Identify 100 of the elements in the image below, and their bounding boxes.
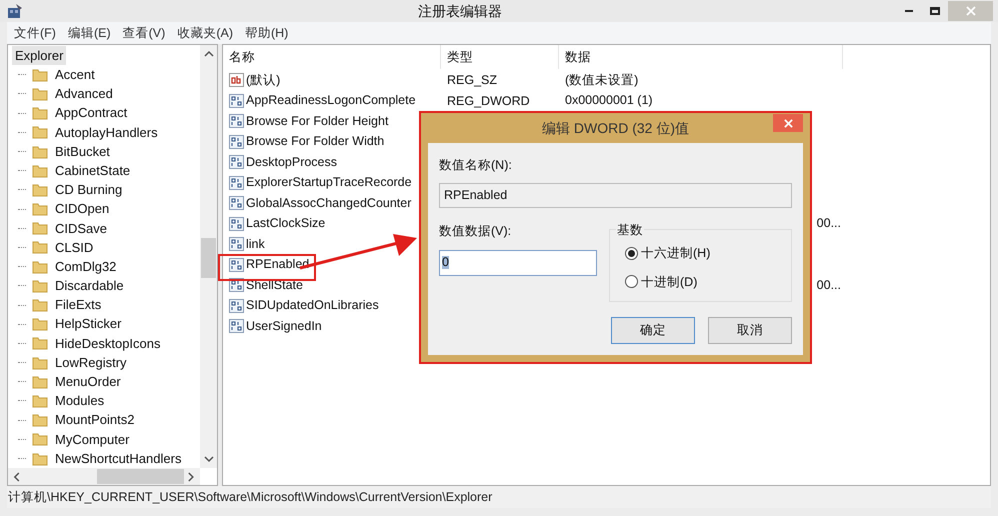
folder-icon: [32, 432, 48, 446]
menu-item[interactable]: 文件(F): [14, 24, 56, 42]
column-header[interactable]: 数据: [565, 48, 591, 66]
value-data: 00...: [816, 276, 841, 294]
menu-item[interactable]: 帮助(H): [244, 24, 288, 42]
folder-icon: [32, 413, 48, 428]
tree-item[interactable]: Discardable: [54, 276, 125, 296]
tree-item[interactable]: FileExts: [54, 295, 102, 315]
value-name[interactable]: ShellState: [246, 276, 303, 295]
value-type: REG_SZ: [447, 73, 498, 88]
value-data: 00...: [816, 215, 841, 232]
value-name[interactable]: GlobalAssocChangedCounter: [246, 194, 412, 213]
binary-value-icon: [229, 319, 244, 334]
tree-item[interactable]: MenuOrder: [54, 372, 122, 392]
dialog-close-button[interactable]: [773, 114, 803, 132]
folder-icon: [32, 144, 48, 159]
tree-item[interactable]: CabinetState: [54, 160, 132, 180]
binary-value-icon: [229, 298, 244, 313]
binary-value-icon: [229, 216, 244, 231]
tree-item[interactable]: Advanced: [54, 84, 114, 104]
value-data-field[interactable]: 0: [439, 250, 597, 276]
tree-item[interactable]: HideDesktopIcons: [54, 334, 162, 354]
value-name-field[interactable]: RPEnabled: [439, 182, 792, 208]
folder-icon: [32, 182, 48, 197]
value-name[interactable]: AppReadinessLogonComplete: [246, 91, 416, 110]
field-label: 数值数据(V):: [439, 222, 512, 240]
value-name[interactable]: Browse For Folder Height: [246, 112, 388, 131]
close-icon: [784, 118, 792, 128]
binary-value-icon: [229, 94, 244, 108]
close-icon: [966, 6, 976, 16]
menu-item[interactable]: 编辑(E): [68, 24, 111, 42]
tree-item[interactable]: ComDlg32: [54, 256, 118, 276]
horizontal-scrollbar[interactable]: [8, 468, 200, 485]
folder-icon: [32, 298, 48, 312]
tree-item[interactable]: HelpSticker: [54, 314, 122, 334]
tree-item[interactable]: AutoplayHandlers: [54, 122, 159, 142]
tree-item[interactable]: MyComputer: [54, 430, 130, 450]
folder-icon: [32, 452, 48, 466]
value-name[interactable]: LastClockSize: [246, 214, 326, 234]
binary-value-icon: [229, 258, 244, 272]
value-data: 0x00000001 (1): [565, 92, 653, 110]
value-name[interactable]: (默认): [246, 70, 280, 90]
binary-value-icon: [229, 176, 244, 190]
tree-item[interactable]: CIDSave: [54, 218, 108, 238]
scroll-thumb[interactable]: [96, 469, 184, 484]
folder-icon: [32, 240, 48, 254]
menu-item[interactable]: 查看(V): [122, 24, 166, 42]
folder-icon: [32, 68, 48, 82]
folder-icon: [32, 336, 48, 350]
value-name[interactable]: UserSignedIn: [246, 316, 322, 336]
folder-icon: [32, 394, 48, 408]
tree-item[interactable]: LowRegistry: [54, 352, 128, 372]
folder-icon: [32, 202, 48, 216]
value-name[interactable]: Browse For Folder Width: [246, 132, 384, 152]
value-type: REG_DWORD: [447, 94, 530, 108]
value-name[interactable]: link: [246, 234, 265, 254]
scroll-thumb[interactable]: [201, 238, 216, 278]
menu-item[interactable]: 收藏夹(A): [177, 24, 233, 42]
folder-icon: [32, 125, 48, 140]
tree-item[interactable]: NewShortcutHandlers: [54, 448, 182, 468]
window-title: 注册表编辑器: [417, 2, 503, 20]
binary-value-icon: [229, 134, 244, 149]
tree-item[interactable]: Modules: [54, 391, 106, 411]
value-name[interactable]: DesktopProcess: [246, 152, 338, 172]
dialog-title: 编辑 DWORD (32 位)值: [541, 118, 690, 138]
dialog-button[interactable]: 确定: [611, 316, 695, 344]
vertical-scrollbar[interactable]: [200, 45, 217, 468]
tree-item[interactable]: Accent: [54, 65, 96, 85]
folder-icon: [32, 106, 48, 120]
tree-item[interactable]: AppContract: [54, 103, 128, 123]
folder-icon: [32, 86, 48, 101]
radio-button[interactable]: [625, 246, 638, 260]
tree-item[interactable]: Explorer: [12, 46, 66, 66]
value-name[interactable]: SIDUpdatedOnLibraries: [246, 296, 379, 316]
binary-value-icon: [229, 196, 244, 210]
tree-item[interactable]: CIDOpen: [54, 199, 110, 219]
tree-item[interactable]: BitBucket: [54, 142, 111, 162]
column-header[interactable]: 类型: [447, 48, 473, 66]
dialog-button[interactable]: 取消: [708, 316, 792, 344]
folder-icon: [32, 164, 48, 178]
column-header[interactable]: 名称: [229, 48, 255, 66]
tree-item[interactable]: CLSID: [54, 238, 94, 258]
status-path: 计算机\HKEY_CURRENT_USER\Software\Microsoft\Windows\CurrentVersion\Explorer: [8, 488, 492, 506]
binary-value-icon: [229, 114, 244, 128]
tree-item[interactable]: MountPoints2: [54, 410, 136, 430]
folder-icon: [32, 221, 48, 236]
folder-icon: [32, 356, 48, 370]
string-value-icon: [229, 73, 244, 88]
radio-button[interactable]: [625, 275, 638, 288]
radio-label[interactable]: 十六进制(H): [641, 244, 710, 262]
tree-item[interactable]: CD Burning: [54, 180, 124, 200]
binary-value-icon: [229, 155, 244, 170]
folder-icon: [32, 317, 48, 332]
value-name[interactable]: ExplorerStartupTraceRecorde: [246, 173, 412, 192]
field-label: 数值名称(N):: [439, 157, 513, 174]
radio-label[interactable]: 十进制(D): [641, 272, 698, 292]
app-icon: [6, 3, 24, 19]
folder-icon: [32, 278, 48, 293]
value-data: (数值未设置): [565, 72, 638, 89]
folder-icon: [32, 260, 48, 274]
